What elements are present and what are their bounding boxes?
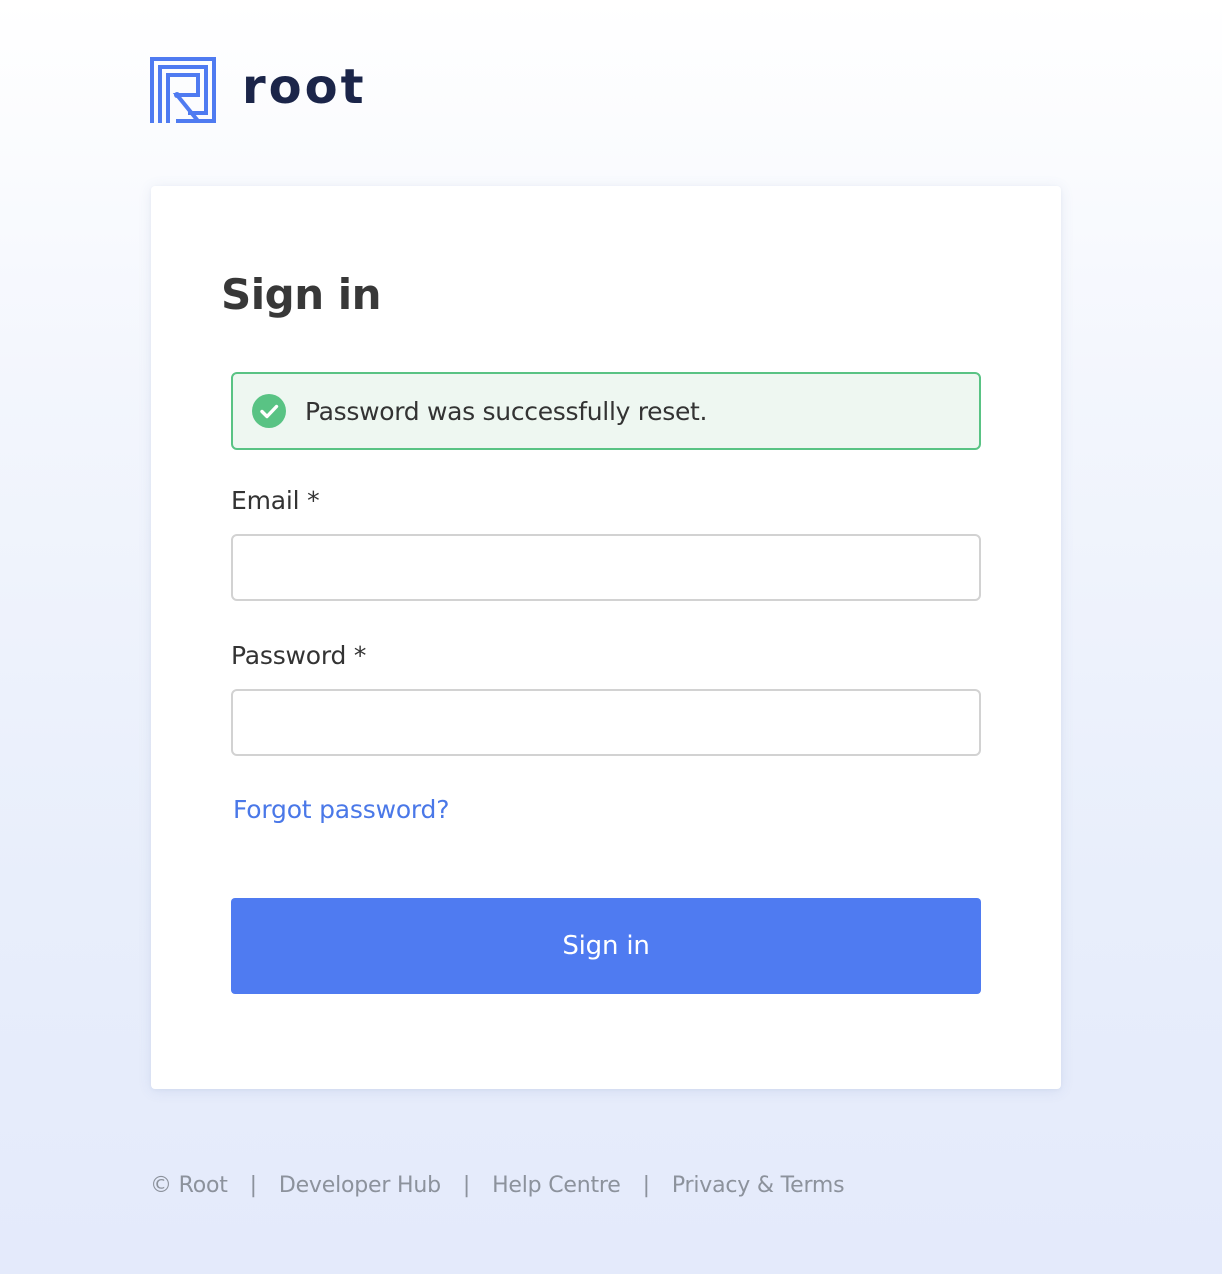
check-circle-icon — [252, 394, 286, 428]
brand-wordmark: root — [242, 59, 367, 115]
password-field[interactable] — [231, 689, 981, 756]
success-alert: Password was successfully reset. — [231, 372, 981, 450]
email-label: Email * — [231, 486, 320, 515]
footer-separator: | — [249, 1173, 257, 1198]
footer: © Root | Developer Hub | Help Centre | P… — [150, 1171, 845, 1201]
footer-separator: | — [642, 1173, 650, 1198]
page-title: Sign in — [221, 270, 382, 319]
forgot-password-link[interactable]: Forgot password? — [233, 795, 449, 825]
footer-copyright: © Root — [150, 1173, 228, 1198]
footer-link-help-centre[interactable]: Help Centre — [492, 1171, 621, 1201]
password-label: Password * — [231, 641, 367, 670]
email-field[interactable] — [231, 534, 981, 601]
signin-card: Sign in Password was successfully reset.… — [151, 186, 1061, 1089]
root-r-logo-icon — [150, 57, 216, 123]
signin-button[interactable]: Sign in — [231, 898, 981, 994]
footer-link-privacy-terms[interactable]: Privacy & Terms — [672, 1171, 845, 1201]
alert-message: Password was successfully reset. — [305, 396, 708, 426]
root-logo[interactable]: root — [150, 57, 367, 123]
footer-separator: | — [462, 1173, 471, 1198]
footer-link-developer-hub[interactable]: Developer Hub — [279, 1171, 441, 1201]
